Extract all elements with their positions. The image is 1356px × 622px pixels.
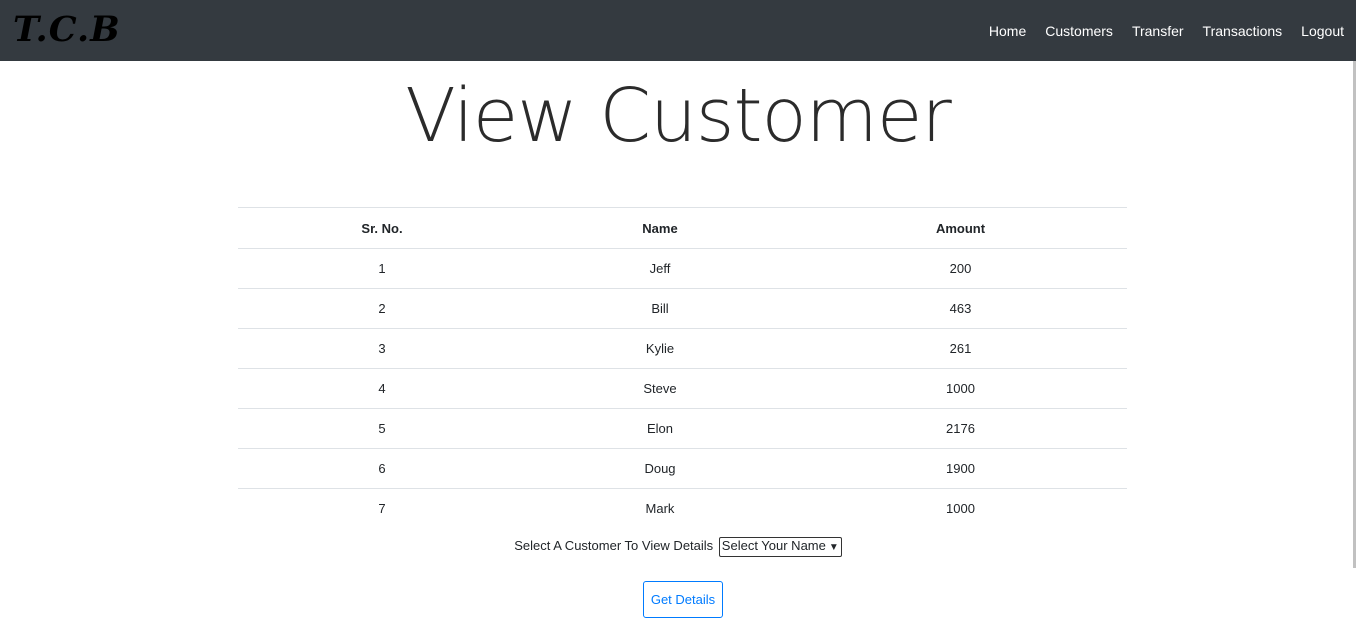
nav-link-transfer[interactable]: Transfer [1132,22,1184,40]
table-row: 1 Jeff 200 [238,248,1127,289]
customer-select[interactable]: Select Your Name ▼ [718,536,842,557]
cell-sr-no: 2 [238,288,526,329]
cell-name: Doug [526,448,794,489]
cell-amount: 463 [794,288,1127,329]
cell-name: Bill [526,288,794,329]
cell-amount: 1000 [794,488,1127,528]
cell-sr-no: 3 [238,328,526,369]
navbar: T.C.B Home Customers Transfer Transactio… [0,0,1356,61]
table-row: 7 Mark 1000 [238,488,1127,528]
page-title: View Customer [405,73,952,159]
cell-amount: 2176 [794,408,1127,449]
chevron-down-icon: ▼ [828,541,839,553]
customer-select-row: Select A Customer To View Details Select… [0,536,1356,557]
cell-amount: 1900 [794,448,1127,489]
table-row: 2 Bill 463 [238,288,1127,329]
cell-name: Mark [526,488,794,528]
table-row: 3 Kylie 261 [238,328,1127,369]
customer-select-value: Select Your Name [721,537,826,553]
cell-sr-no: 1 [238,248,526,289]
cell-sr-no: 5 [238,408,526,449]
cell-name: Jeff [526,248,794,289]
column-header-name: Name [526,207,794,249]
table-row: 6 Doug 1900 [238,448,1127,489]
brand-logo[interactable]: T.C.B [13,8,121,52]
cell-name: Elon [526,408,794,449]
nav-links: Home Customers Transfer Transactions Log… [970,22,1344,40]
nav-link-logout[interactable]: Logout [1301,22,1344,40]
cell-sr-no: 7 [238,488,526,528]
cell-sr-no: 4 [238,368,526,409]
cell-name: Kylie [526,328,794,369]
cell-sr-no: 6 [238,448,526,489]
nav-link-transactions[interactable]: Transactions [1203,22,1283,40]
cell-amount: 200 [794,248,1127,289]
column-header-sr-no: Sr. No. [238,207,526,249]
table-row: 4 Steve 1000 [238,368,1127,409]
get-details-button[interactable]: Get Details [643,581,723,618]
cell-amount: 261 [794,328,1127,369]
cell-amount: 1000 [794,368,1127,409]
table-header-row: Sr. No. Name Amount [238,207,1127,249]
customer-select-label: Select A Customer To View Details [514,538,714,553]
cell-name: Steve [526,368,794,409]
customers-table: Sr. No. Name Amount 1 Jeff 200 2 Bill 46… [238,207,1127,528]
table-row: 5 Elon 2176 [238,408,1127,449]
column-header-amount: Amount [794,207,1127,249]
nav-link-customers[interactable]: Customers [1045,22,1113,40]
nav-link-home[interactable]: Home [989,22,1026,40]
